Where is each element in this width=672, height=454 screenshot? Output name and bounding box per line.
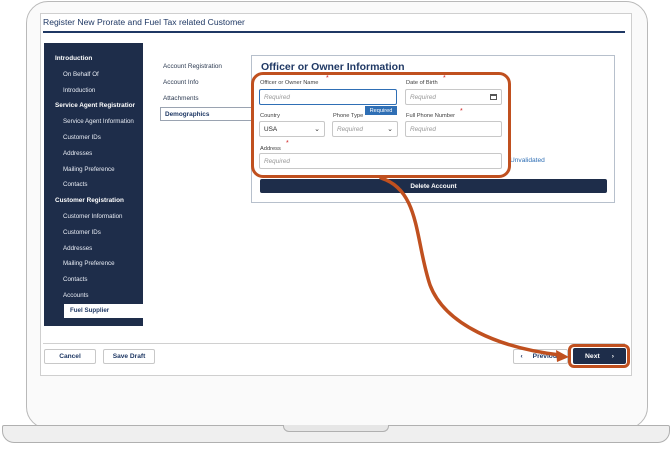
cancel-button[interactable]: Cancel — [44, 349, 96, 364]
previous-button[interactable]: ‹ Previous — [513, 349, 568, 364]
sidebar-item-on-behalf-of[interactable]: On Behalf Of — [63, 71, 143, 78]
laptop-notch — [283, 425, 389, 432]
save-draft-button[interactable]: Save Draft — [103, 349, 155, 364]
step-account-info[interactable]: Account Info — [163, 79, 199, 86]
sidebar-item-mailing-preference[interactable]: Mailing Preference — [63, 166, 143, 173]
footer-divider — [43, 343, 625, 344]
step-account-registration[interactable]: Account Registration — [163, 63, 222, 70]
sidebar-item-customer-registration[interactable]: Customer Registration — [55, 197, 135, 204]
sidebar-item-fuel-supplier[interactable]: Fuel Supplier — [70, 307, 150, 314]
window-title: Register New Prorate and Fuel Tax relate… — [43, 17, 245, 27]
sidebar-item-customer-information[interactable]: Customer Information — [63, 213, 143, 220]
sidebar-item-customer-ids[interactable]: Customer IDs — [63, 229, 143, 236]
sidebar-item-customer-ids[interactable]: Customer IDs — [63, 134, 143, 141]
step-demographics[interactable]: Demographics — [160, 107, 258, 121]
sidebar-item-contacts[interactable]: Contacts — [63, 276, 143, 283]
next-highlight-box — [568, 344, 630, 368]
sidebar-item-service-agent-information[interactable]: Service Agent Information — [63, 118, 143, 125]
sidebar-item-introduction[interactable]: Introduction — [55, 55, 135, 62]
form-highlight-box — [251, 72, 511, 178]
title-divider — [43, 31, 625, 33]
sidebar-item-service-agent-registration[interactable]: Service Agent Registration — [55, 102, 135, 109]
sidebar-item-introduction[interactable]: Introduction — [63, 87, 143, 94]
previous-label: Previous — [532, 353, 561, 360]
chevron-left-icon: ‹ — [520, 353, 523, 360]
sidebar-item-contacts[interactable]: Contacts — [63, 181, 143, 188]
sidebar-item-mailing-preference[interactable]: Mailing Preference — [63, 260, 143, 267]
step-attachments[interactable]: Attachments — [163, 95, 199, 102]
sidebar-item-addresses[interactable]: Addresses — [63, 245, 143, 252]
delete-account-button[interactable]: Delete Account — [260, 179, 607, 193]
unvalidated-link[interactable]: Unvalidated — [510, 157, 545, 164]
sidebar-item-addresses[interactable]: Addresses — [63, 150, 143, 157]
sidebar-item-accounts[interactable]: Accounts — [63, 292, 143, 299]
